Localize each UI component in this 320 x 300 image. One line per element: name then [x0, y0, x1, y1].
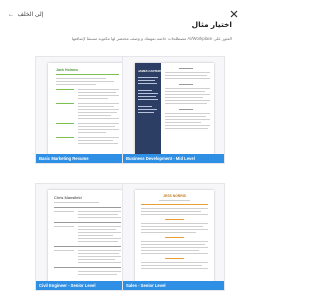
page-subtitle: العثور على AI/Workplace مصطلحات خاصة بمه…: [71, 36, 232, 41]
resume-preview: JESS NORRIS: [135, 190, 214, 282]
example-label: Business Development - Mid Level: [123, 154, 224, 163]
close-icon: [230, 10, 238, 18]
example-label: Sales - Senior Level: [123, 281, 224, 290]
resume-name: Chris Mansfield: [54, 195, 82, 200]
resume-preview: JAMES CARTERS: [135, 63, 214, 155]
resume-preview: Chris Mansfield: [48, 190, 127, 282]
resume-name: Jack Holmes: [56, 68, 78, 72]
resume-preview: Jack Holmes: [48, 63, 127, 155]
divider: [56, 74, 119, 75]
example-card-business-development[interactable]: JAMES CARTERS Business Development - Mid…: [122, 56, 225, 164]
example-card-sales[interactable]: JESS NORRIS Sales - Senior Level: [122, 183, 225, 291]
back-arrow-icon: ←: [8, 12, 14, 18]
resume-name: JAMES CARTERS: [138, 69, 162, 73]
back-label: إلى الخلف: [17, 12, 44, 18]
page-title: اختيار مثال: [191, 20, 232, 29]
close-button[interactable]: [228, 8, 240, 20]
resume-name: JESS NORRIS: [163, 194, 186, 198]
divider: [141, 204, 208, 205]
back-button[interactable]: إلى الخلف ←: [8, 11, 43, 18]
